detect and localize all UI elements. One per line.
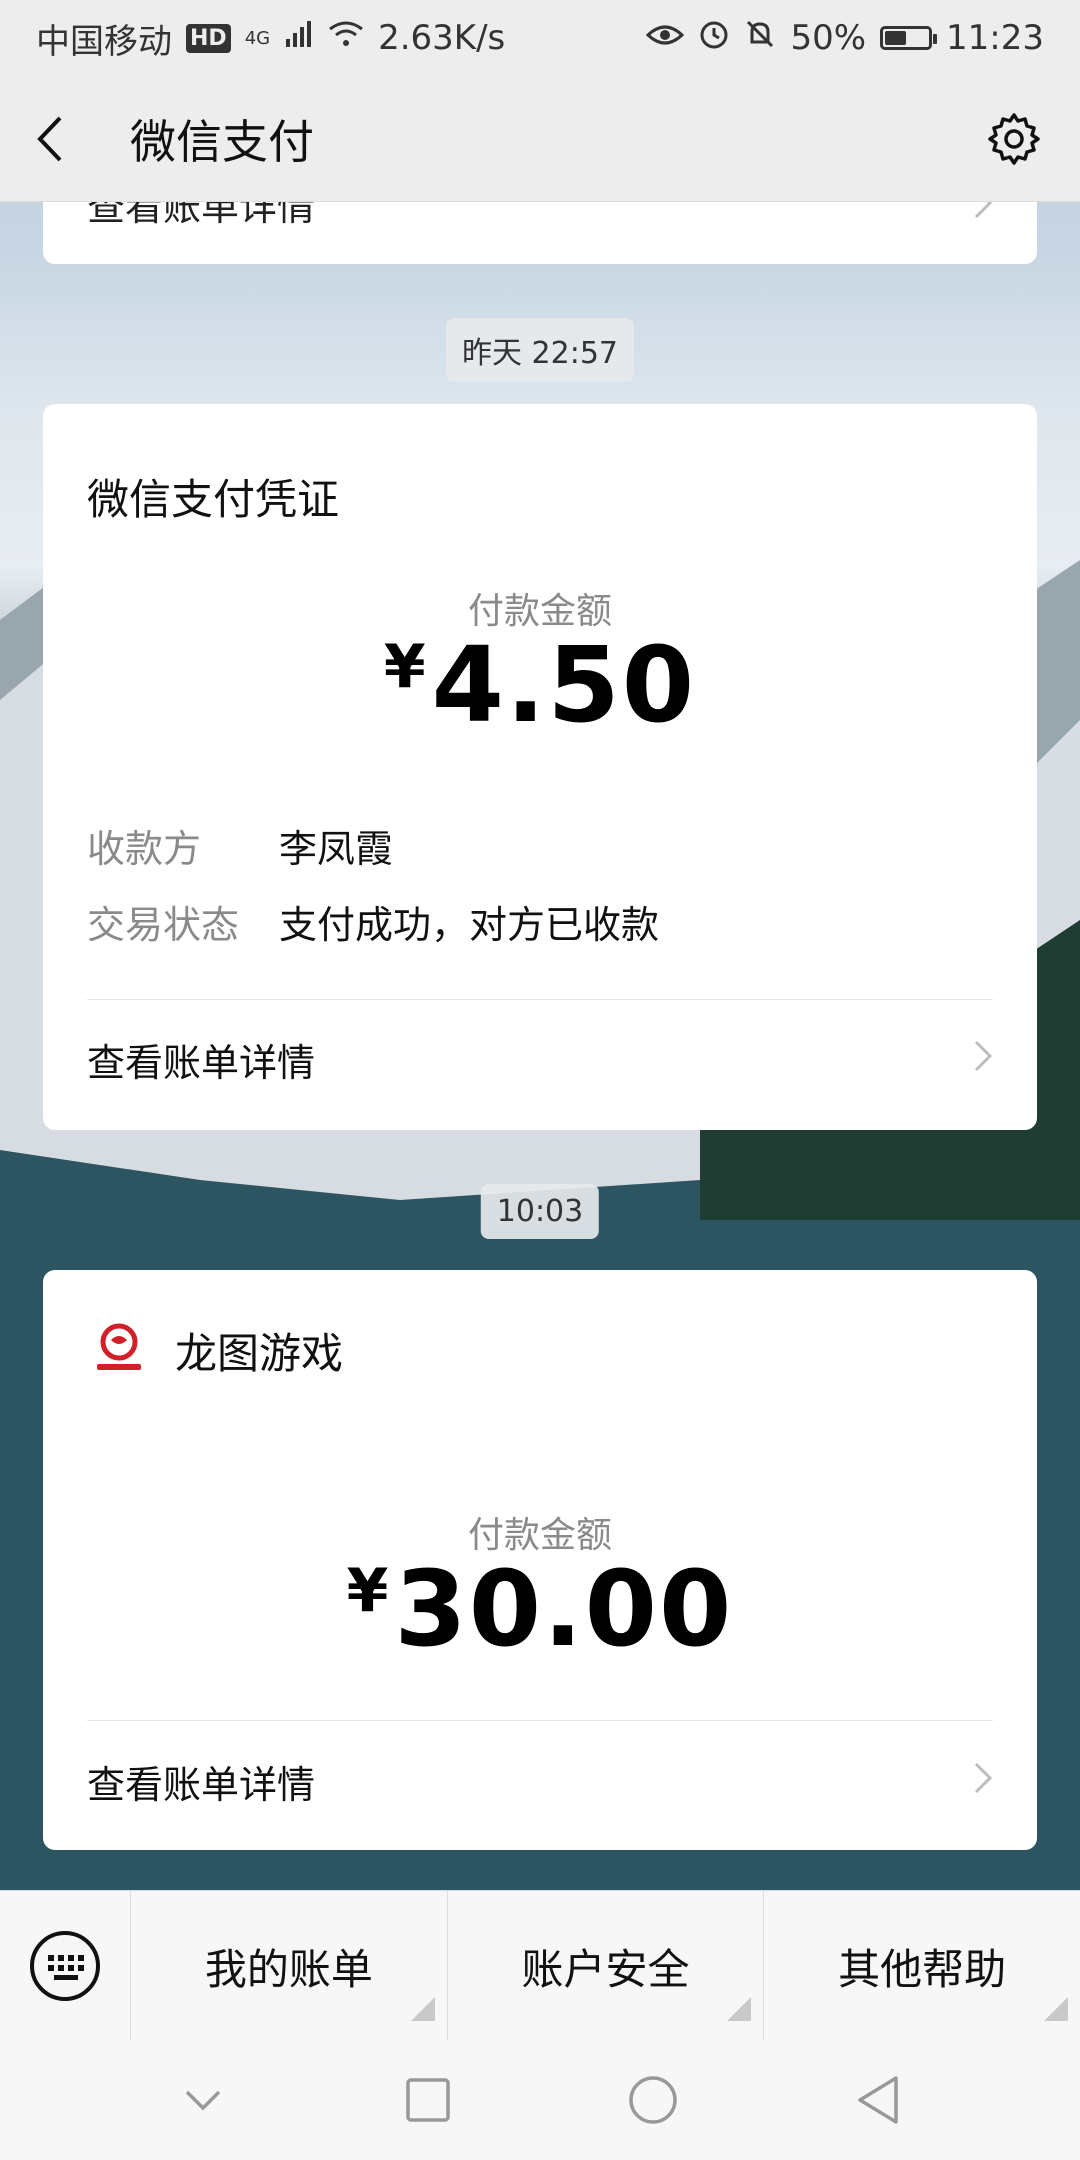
gear-icon — [988, 112, 1040, 165]
battery-icon — [880, 26, 938, 50]
merchant-payment-card[interactable]: 龙图游戏 付款金额 ¥30.00 查看账单详情 — [43, 1270, 1037, 1850]
signal-icon — [284, 18, 314, 58]
menu-my-bills[interactable]: 我的账单 — [130, 1891, 447, 2041]
home-button[interactable] — [613, 2060, 693, 2140]
view-bill-detail-label: 查看账单详情 — [87, 1763, 316, 1807]
eye-icon — [646, 18, 685, 58]
amount-value: 30.00 — [394, 1548, 734, 1670]
back-nav-button[interactable] — [838, 2060, 918, 2140]
currency-symbol: ¥ — [346, 1556, 389, 1626]
chevron-right-icon — [973, 1038, 993, 1082]
view-bill-detail-row[interactable]: 查看账单详情 — [87, 1032, 993, 1087]
network-type: 4G — [244, 27, 271, 49]
keyboard-toggle-button[interactable] — [0, 1891, 130, 2041]
submenu-indicator — [727, 1997, 752, 2021]
payee-value: 李凤霞 — [279, 827, 394, 871]
carrier-label: 中国移动 — [36, 21, 172, 62]
menu-label: 其他帮助 — [838, 1944, 1007, 1994]
settings-button[interactable] — [984, 109, 1044, 169]
message-card-partial[interactable]: 查看账单详情 — [43, 202, 1037, 264]
card-title: 微信支付凭证 — [87, 475, 340, 524]
menu-label: 我的账单 — [204, 1944, 373, 1994]
hide-nav-button[interactable] — [163, 2060, 243, 2140]
message-timestamp: 昨天 22:57 — [446, 318, 634, 382]
status-value: 支付成功，对方已收款 — [279, 903, 660, 947]
menu-label: 账户安全 — [521, 1944, 690, 1994]
merchant-name: 龙图游戏 — [175, 1329, 344, 1378]
square-icon — [405, 2078, 450, 2122]
clock: 11:23 — [946, 18, 1044, 58]
payment-amount: ¥30.00 — [43, 1548, 1037, 1670]
view-bill-detail-link[interactable]: 查看账单详情 — [87, 202, 315, 231]
keyboard-icon — [30, 1931, 100, 2001]
view-bill-detail-row[interactable]: 查看账单详情 — [87, 1754, 993, 1809]
submenu-indicator — [410, 1997, 435, 2021]
chevron-right-icon — [973, 202, 993, 224]
status-row: 交易状态 支付成功，对方已收款 — [87, 894, 659, 949]
battery-percent: 50% — [790, 18, 867, 58]
alarm-icon — [698, 18, 730, 59]
currency-symbol: ¥ — [383, 632, 426, 702]
menu-other-help[interactable]: 其他帮助 — [763, 1891, 1080, 2041]
circle-icon — [628, 2076, 677, 2124]
mute-bell-icon — [744, 18, 776, 59]
message-timestamp: 10:03 — [480, 1184, 600, 1239]
status-label: 交易状态 — [87, 903, 240, 947]
amount-value: 4.50 — [431, 624, 697, 746]
wifi-icon — [328, 18, 364, 58]
view-bill-detail-label: 查看账单详情 — [87, 1041, 316, 1085]
chevron-down-icon — [185, 2090, 220, 2111]
system-nav-bar — [0, 2040, 1080, 2160]
nav-header: 微信支付 — [0, 76, 1080, 202]
status-bar: 中国移动 HD 4G 2.63K/s 50% 11:23 — [0, 0, 1080, 76]
network-speed: 2.63K/s — [378, 18, 506, 58]
bottom-menu-bar: 我的账单 账户安全 其他帮助 — [0, 1890, 1080, 2041]
recents-button[interactable] — [388, 2060, 468, 2140]
page-title: 微信支付 — [130, 114, 314, 169]
triangle-back-icon — [857, 2076, 898, 2124]
payee-row: 收款方 李凤霞 — [87, 818, 393, 873]
payee-label: 收款方 — [87, 827, 202, 871]
hd-badge: HD — [186, 23, 231, 53]
divider — [87, 999, 993, 1000]
payment-amount: ¥4.50 — [43, 624, 1037, 746]
divider — [87, 1720, 993, 1721]
merchant-logo — [87, 1318, 151, 1382]
menu-account-security[interactable]: 账户安全 — [446, 1891, 764, 2041]
back-button[interactable] — [36, 109, 90, 169]
chevron-left-icon — [37, 116, 62, 161]
submenu-indicator — [1044, 1997, 1069, 2021]
payment-voucher-card[interactable]: 微信支付凭证 付款金额 ¥4.50 收款方 李凤霞 交易状态 支付成功，对方已收… — [43, 404, 1037, 1130]
chevron-right-icon — [973, 1760, 993, 1804]
